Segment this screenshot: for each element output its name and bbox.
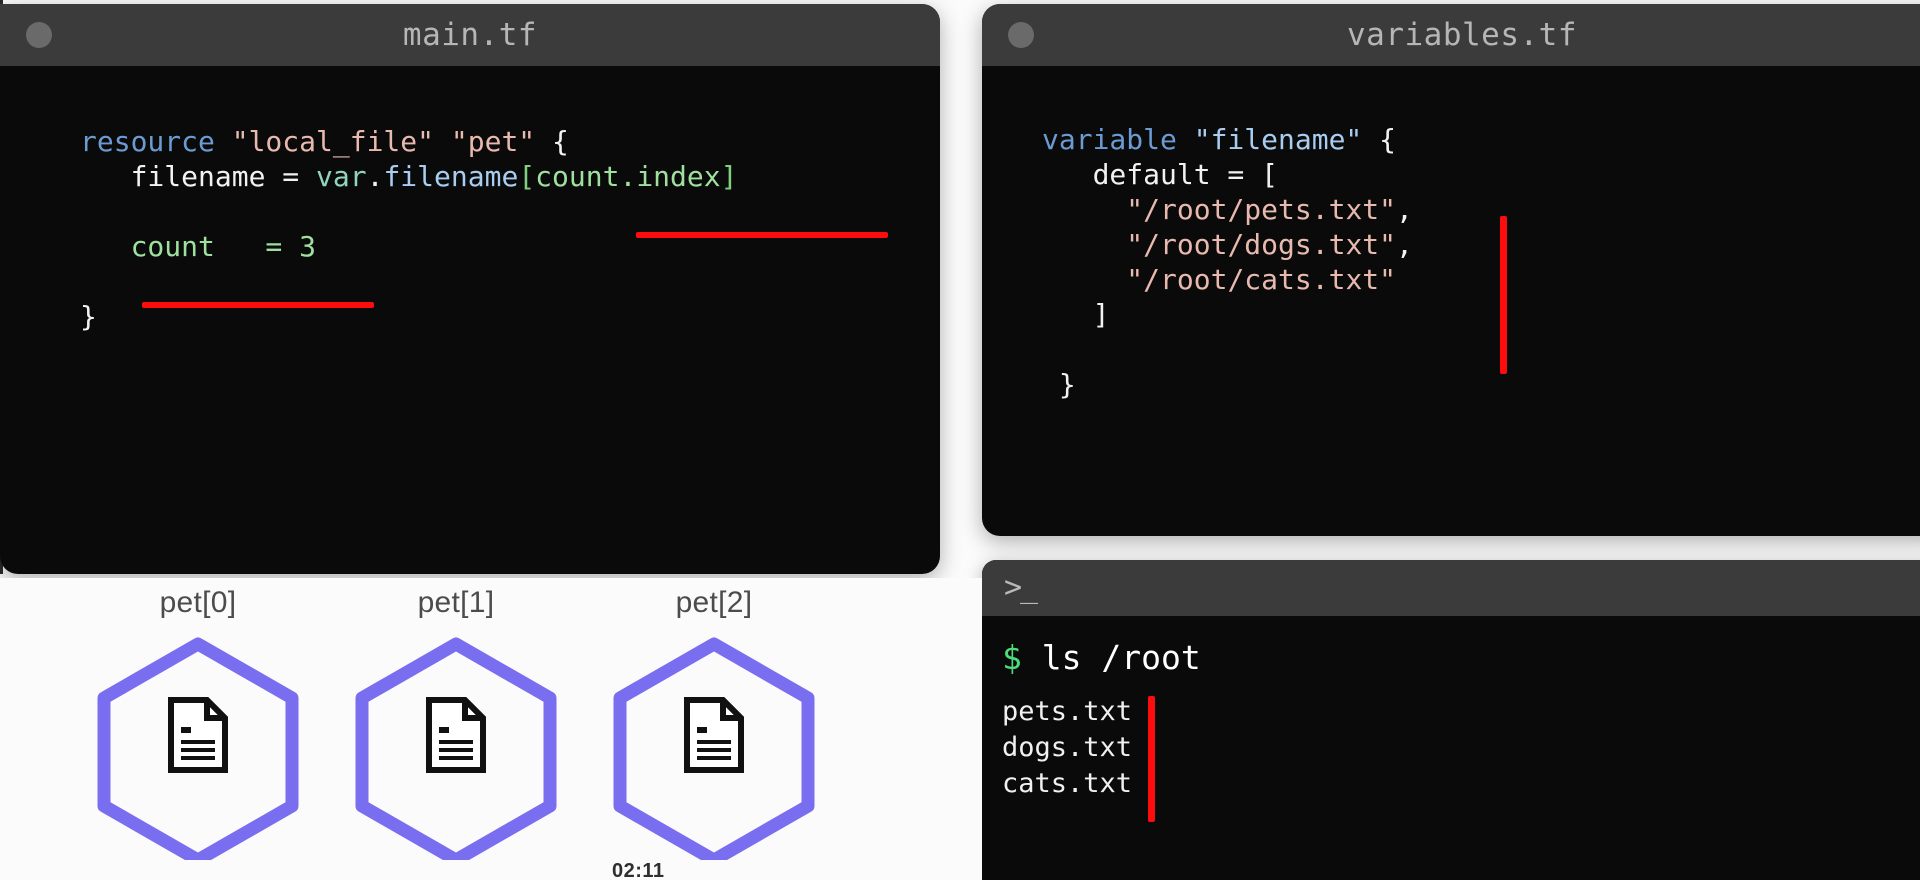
window-title-variables-tf: variables.tf [1347,17,1577,53]
code-content-variables-tf[interactable]: variable "filename" { default = [ "/root… [982,66,1920,402]
terminal-window[interactable]: >_ $ ls /root pets.txt dogs.txt cats.txt [982,560,1920,880]
titlebar-main-tf: main.tf [0,4,940,66]
code-token: . [366,160,384,193]
document-icon [167,697,229,773]
code-token: resource [80,125,232,158]
code-line: "/root/cats.txt" [1042,262,1920,297]
annotation-bar-terminal-output [1148,696,1155,822]
code-token: "/root/pets.txt" [1126,193,1397,226]
resource-instance-label: pet[1] [417,586,495,619]
terminal-output-line: dogs.txt [1002,732,1133,763]
code-token: "filename" [1193,123,1363,156]
document-icon [683,697,745,773]
code-token: [ [518,160,536,193]
code-content-main-tf[interactable]: resource "local_file" "pet" { filename =… [0,66,940,334]
code-line: variable "filename" { [1042,122,1920,157]
terminal-titlebar: >_ [982,560,1920,616]
code-token: count = 3 [80,230,317,263]
editor-window-main-tf[interactable]: main.tf resource "local_file" "pet" { fi… [0,4,940,574]
video-timestamp: 02:11 [612,860,665,880]
code-line: } [1042,367,1920,402]
document-icon [425,697,487,773]
code-token: filename = [80,160,317,193]
resource-instance-node[interactable]: pet[2] [594,586,834,860]
code-token: { [1362,123,1397,156]
code-token: count.index [535,160,721,193]
window-dot-icon[interactable] [1008,22,1034,48]
window-dot-icon[interactable] [26,22,52,48]
code-line: "/root/dogs.txt", [1042,227,1920,262]
window-title-main-tf: main.tf [402,17,538,53]
terminal-body[interactable]: $ ls /root pets.txt dogs.txt cats.txt [982,616,1920,880]
annotation-underline-count-three [142,302,374,308]
resource-instance-label: pet[2] [675,586,753,619]
terminal-sigil: $ [1002,638,1022,677]
code-token: ] [1042,298,1110,331]
hexagon-icon [78,630,318,860]
titlebar-variables-tf: variables.tf [982,4,1920,66]
code-token: } [1042,368,1076,401]
resource-instance-node[interactable]: pet[1] [336,586,576,860]
hexagon-icon [594,630,834,860]
code-token: , [1396,193,1413,226]
code-line: "/root/pets.txt", [1042,192,1920,227]
terminal-command-text: ls /root [1021,638,1201,677]
resource-instance-label: pet[0] [159,586,237,619]
code-token: { [535,125,569,158]
code-token: , [1396,228,1413,261]
annotation-bar-variable-list [1500,216,1507,374]
terminal-output: pets.txt dogs.txt cats.txt [1002,694,1920,802]
code-line: resource "local_file" "pet" { [80,124,940,159]
code-line: default = [ [1042,157,1920,192]
resource-instance-diagram: pet[0] pet[1] pet[2] [0,578,982,880]
code-token: var [316,160,367,193]
code-token: "local_file" "pet" [231,125,536,158]
code-line: filename = var.filename[count.index] [80,159,940,194]
code-token: default = [ [1042,158,1279,191]
code-token: } [80,300,97,333]
code-line: ] [1042,297,1920,332]
code-token: filename [383,160,519,193]
code-token: "/root/cats.txt" [1126,263,1397,296]
terminal-command-line: $ ls /root [1002,634,1920,682]
code-token: "/root/dogs.txt" [1126,228,1397,261]
terminal-output-line: cats.txt [1002,768,1133,799]
terminal-prompt-icon: >_ [1004,570,1038,605]
terminal-output-line: pets.txt [1002,696,1133,727]
code-token: variable [1042,123,1194,156]
resource-instance-node[interactable]: pet[0] [78,586,318,860]
hexagon-icon [336,630,576,860]
code-token: ] [720,160,738,193]
annotation-underline-count-index [636,232,888,238]
editor-window-variables-tf[interactable]: variables.tf variable "filename" { defau… [982,4,1920,536]
